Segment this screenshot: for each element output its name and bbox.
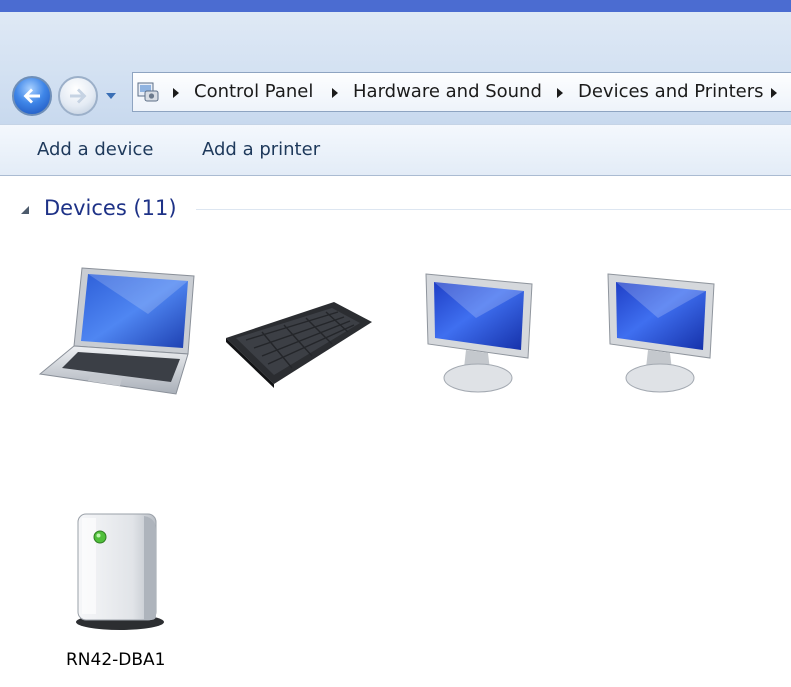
breadcrumb-devices-and-printers[interactable]: Devices and Printers [578,81,764,102]
breadcrumb-separator-icon[interactable] [171,86,181,100]
forward-button[interactable] [58,76,98,116]
title-bar [0,0,791,12]
collapse-group-icon[interactable] [18,203,32,217]
keyboard-icon [226,302,372,388]
add-printer-button[interactable]: Add a printer [202,139,320,160]
recent-pages-dropdown[interactable] [104,86,118,106]
device-tile-monitor-2[interactable] [600,270,720,398]
control-panel-icon [137,82,159,102]
laptop-icon [38,267,195,395]
back-arrow-icon [23,88,40,104]
device-tile-laptop[interactable] [38,262,198,398]
add-device-button[interactable]: Add a device [37,139,153,160]
monitor-icon [425,273,533,393]
forward-arrow-icon [70,88,87,104]
breadcrumb-control-panel[interactable]: Control Panel [194,81,313,102]
group-divider [196,209,791,210]
device-tile-rn42[interactable] [70,504,170,634]
devices-group-title: Devices (11) [44,196,177,220]
generic-device-icon [76,513,164,630]
breadcrumb-separator-icon[interactable] [769,86,779,100]
breadcrumb-separator-icon[interactable] [555,86,565,100]
breadcrumb-separator-icon[interactable] [330,86,340,100]
breadcrumb-hardware-and-sound[interactable]: Hardware and Sound [353,81,542,102]
device-tile-keyboard[interactable] [222,298,374,388]
monitor-icon [607,273,715,393]
device-tile-monitor-1[interactable] [418,270,538,398]
back-button[interactable] [12,76,52,116]
device-label-rn42: RN42-DBA1 [66,650,166,670]
